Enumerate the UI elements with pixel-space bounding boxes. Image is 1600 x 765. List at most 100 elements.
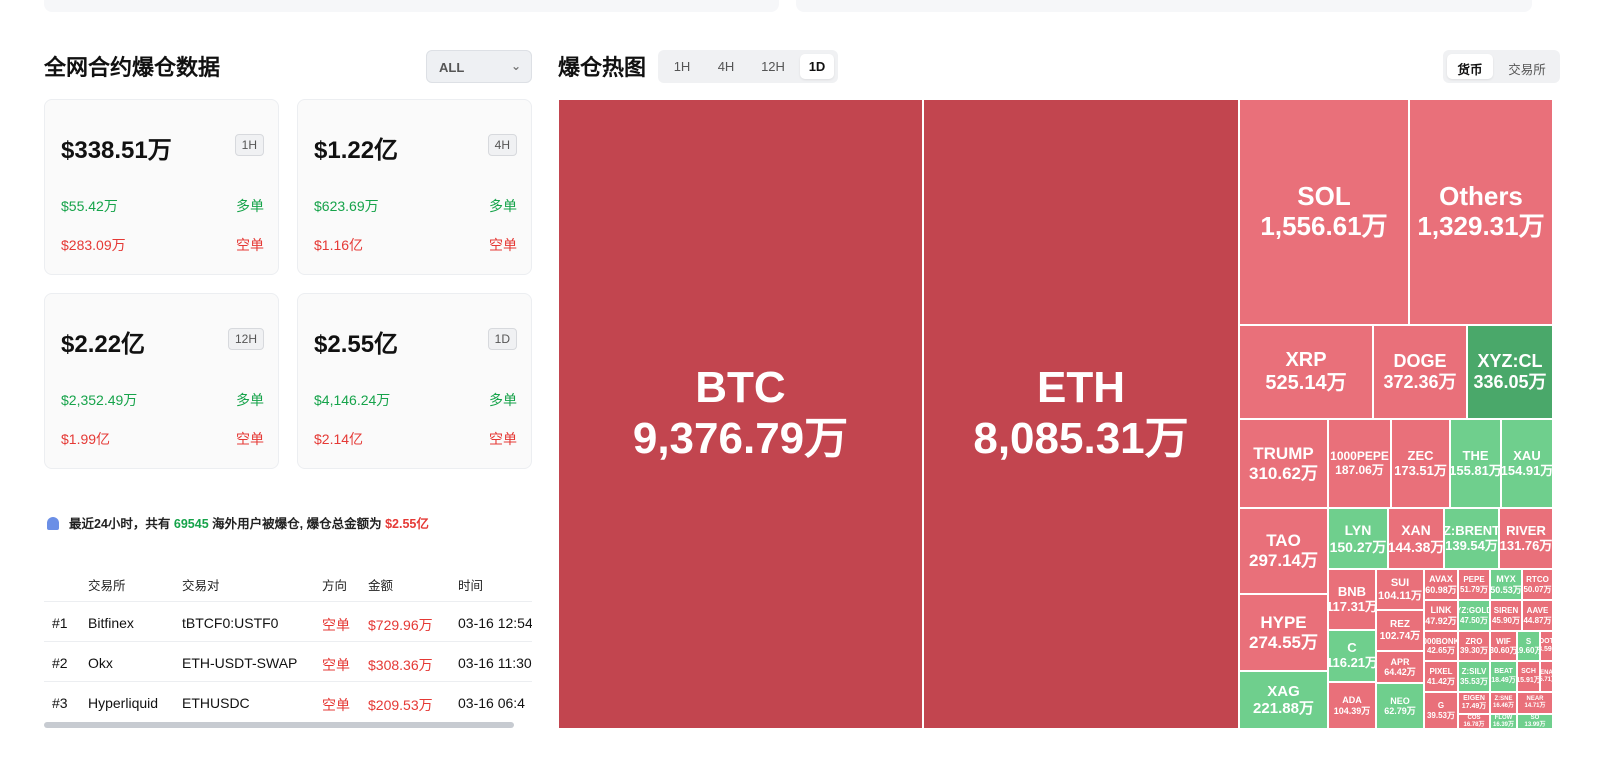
stat-card-12h: $2.22亿 12H $2,352.49万 多单 $1.99亿 空单 [44,293,279,469]
heatmap-tile[interactable]: XYZ:CL 336.05万 [1467,325,1553,419]
card-long-value: $623.69万 [314,198,379,214]
heatmap-tile[interactable]: DOT18.59万 [1540,631,1553,661]
heatmap-tile[interactable]: NEAR 14.71万 [1517,692,1553,714]
heatmap-tile[interactable]: BTC 9,376.79万 [558,99,923,729]
heatmap-tile[interactable]: WIF 30.60万 [1490,631,1517,661]
table-row[interactable]: #1 Bitfinex tBTCF0:USTF0 空单 $729.96万 03-… [44,602,532,642]
heatmap-tile[interactable]: Z:SILV 35.53万 [1458,661,1490,692]
heatmap-tile-symbol: RTCO [1526,575,1549,585]
header-time: 时间 [458,579,484,593]
heatmap-tile[interactable]: APR 64.42万 [1376,651,1424,683]
tab-1h[interactable]: 1H [662,54,702,79]
heatmap-tile-value: 39.30万 [1459,646,1489,655]
heatmap-tile[interactable]: RTCO 50.07万 [1522,569,1553,600]
heatmap-tile-symbol: NEO [1390,695,1410,706]
heatmap-tile[interactable]: TAO 297.14万 [1239,508,1328,594]
row-exchange: Okx [88,655,113,671]
heatmap-tile-symbol: THE [1462,447,1489,463]
tab-12h[interactable]: 12H [750,54,796,79]
heatmap-tile[interactable]: MYX 50.53万 [1490,569,1522,600]
heatmap-tile-value: 47.92万 [1425,615,1457,626]
heatmap-tile[interactable]: FLOW 16.39万 [1490,714,1517,729]
heatmap-tile[interactable]: PEPE 51.79万 [1458,569,1490,600]
heatmap-tile[interactable]: ETH 8,085.31万 [923,99,1239,729]
card-short-value: $283.09万 [61,237,126,253]
heatmap-tile[interactable]: EIGEN 17.49万 [1458,692,1490,714]
heatmap-tile[interactable]: XAG 221.88万 [1239,671,1328,729]
heatmap-tile-symbol: REZ [1390,619,1410,630]
row-rank: #3 [52,695,68,711]
table-horizontal-scrollbar[interactable] [44,722,514,728]
heatmap-tile[interactable]: LINK 47.92万 [1424,600,1458,631]
heatmap-tile-value: 30.60万 [1490,646,1517,655]
heatmap-tile[interactable]: SIREN 45.90万 [1490,600,1522,631]
heatmap-tile[interactable]: SO 13.99万 [1517,714,1553,729]
heatmap-tile-value: 44.87万 [1523,615,1552,625]
heatmap-tile[interactable]: SCH 15.91万 [1517,661,1540,692]
heatmap-tile[interactable]: DOGE 372.36万 [1373,325,1467,419]
heatmap-tile[interactable]: COS 16.78万 [1458,714,1490,729]
heatmap-tile[interactable]: AVAX 60.98万 [1424,569,1458,600]
heatmap-tile[interactable]: Z:SNE 16.46万 [1490,692,1517,714]
heatmap-tile[interactable]: THE 155.81万 [1450,419,1501,508]
card-long-label: 多单 [236,392,264,408]
heatmap-tile-value: 18.49万 [1491,676,1516,684]
card-short-value: $1.16亿 [314,237,364,253]
heatmap-tile[interactable]: LYN 150.27万 [1328,508,1388,569]
top-banner [44,0,1532,14]
heatmap-tile-symbol: LYN [1344,522,1372,539]
heatmap-tile[interactable]: ZEC 173.51万 [1391,419,1450,508]
heatmap-tile[interactable]: S19.60万 [1517,631,1540,661]
heatmap-tile[interactable]: SOL 1,556.61万 [1239,99,1409,325]
card-long-label: 多单 [236,198,264,214]
table-row[interactable]: #2 Okx ETH-USDT-SWAP 空单 $308.36万 03-16 1… [44,642,532,682]
chevron-down-icon: ⌄ [510,59,521,73]
row-amount: $729.96万 [368,617,433,633]
heatmap-tile[interactable]: 1000PEPE 187.06万 [1328,419,1391,508]
heatmap-tile-symbol: LINK [1430,605,1452,616]
heatmap-tile-value: 9,376.79万 [632,414,849,463]
heatmap-tile-value: 1,556.61万 [1260,211,1388,241]
heatmap-tile-value: 116.21万 [1328,655,1376,670]
heatmap-tile[interactable]: TRUMP 310.62万 [1239,419,1328,508]
heatmap-tile[interactable]: HYPE 274.55万 [1239,594,1328,671]
header-direction: 方向 [322,579,348,593]
timeframe-tabs: 1H 4H 12H 1D [658,50,838,83]
heatmap-tile[interactable]: AAVE 44.87万 [1522,600,1553,631]
heatmap-tile[interactable]: ZRO 39.30万 [1458,631,1490,661]
table-row[interactable]: #3 Hyperliquid ETHUSDC 空单 $209.53万 03-16… [44,682,532,718]
heatmap-tile[interactable]: SUI 104.11万 [1376,569,1424,610]
heatmap-tile[interactable]: G 39.53万 [1424,692,1458,729]
heatmap-tile[interactable]: XAN 144.38万 [1388,508,1444,569]
heatmap-tile-value: 35.53万 [1459,676,1489,686]
heatmap-tile[interactable]: YZ:GOLD47.50万 [1458,600,1490,631]
card-total: $2.55亿 [314,331,399,358]
heatmap-tile[interactable]: ADA 104.39万 [1328,682,1376,729]
row-time: 03-16 12:54 [458,615,532,631]
heatmap-tile[interactable]: Others 1,329.31万 [1409,99,1553,325]
heatmap-tile[interactable]: PIXEL 41.42万 [1424,661,1458,692]
group-by-currency[interactable]: 货币 [1447,54,1493,79]
heatmap-tile-value: 155.81万 [1450,462,1501,478]
heatmap-tile[interactable]: BNB 117.31万 [1328,569,1376,630]
heatmap-tile[interactable]: Z:BRENT 139.54万 [1444,508,1499,569]
heatmap-tile-value: 310.62万 [1249,463,1318,483]
heatmap-tile[interactable]: NEO 62.79万 [1376,683,1424,729]
heatmap-tile[interactable]: 000BONK 42.65万 [1424,631,1458,661]
heatmap-tile-value: 50.07万 [1523,584,1552,594]
heatmap-tile-value: 274.55万 [1249,632,1318,652]
tab-4h[interactable]: 4H [706,54,746,79]
heatmap-tile-value: 14.71万 [1524,703,1546,709]
heatmap-tile-value: 15.71万 [1541,676,1552,683]
heatmap-tile[interactable]: REZ 102.74万 [1376,610,1424,651]
group-by-exchange[interactable]: 交易所 [1497,54,1557,79]
heatmap-tile[interactable]: XAU 154.91万 [1501,419,1553,508]
tab-1d[interactable]: 1D [800,54,834,79]
exchange-filter-select[interactable]: ALL ⌄ [426,50,532,83]
heatmap-tile[interactable]: BEAT 18.49万 [1490,661,1517,692]
heatmap-tile[interactable]: ENA15.71万 [1540,661,1553,692]
heatmap-tile[interactable]: RIVER 131.76万 [1499,508,1553,569]
heatmap-tile[interactable]: XRP 525.14万 [1239,325,1373,419]
heatmap-tile-symbol: Z:SNE [1494,696,1513,703]
heatmap-tile[interactable]: C 116.21万 [1328,630,1376,682]
